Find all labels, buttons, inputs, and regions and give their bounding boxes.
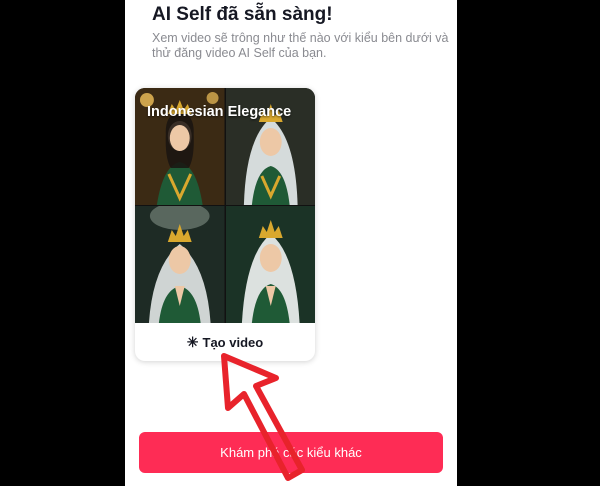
preview-grid [135, 88, 315, 323]
page-title: AI Self đã sẵn sàng! [152, 4, 333, 25]
preview-image [225, 206, 315, 323]
style-name-label: Indonesian Elegance [147, 104, 292, 120]
explore-styles-label: Khám phá các kiểu khác [220, 445, 362, 460]
create-video-label: Tạo video [202, 334, 264, 350]
sparkle-icon: ✳ [186, 334, 199, 350]
preview-image [135, 206, 225, 323]
explore-styles-button[interactable]: Khám phá các kiểu khác [139, 432, 443, 473]
page-subtitle: Xem video sẽ trông như thế nào với kiểu … [152, 31, 449, 60]
style-card[interactable]: Indonesian Elegance ✳ Tạo video [135, 88, 315, 361]
app-screen: AI Self đã sẵn sàng! Xem video sẽ trông … [125, 0, 457, 486]
create-video-button[interactable]: ✳ Tạo video [135, 323, 315, 361]
